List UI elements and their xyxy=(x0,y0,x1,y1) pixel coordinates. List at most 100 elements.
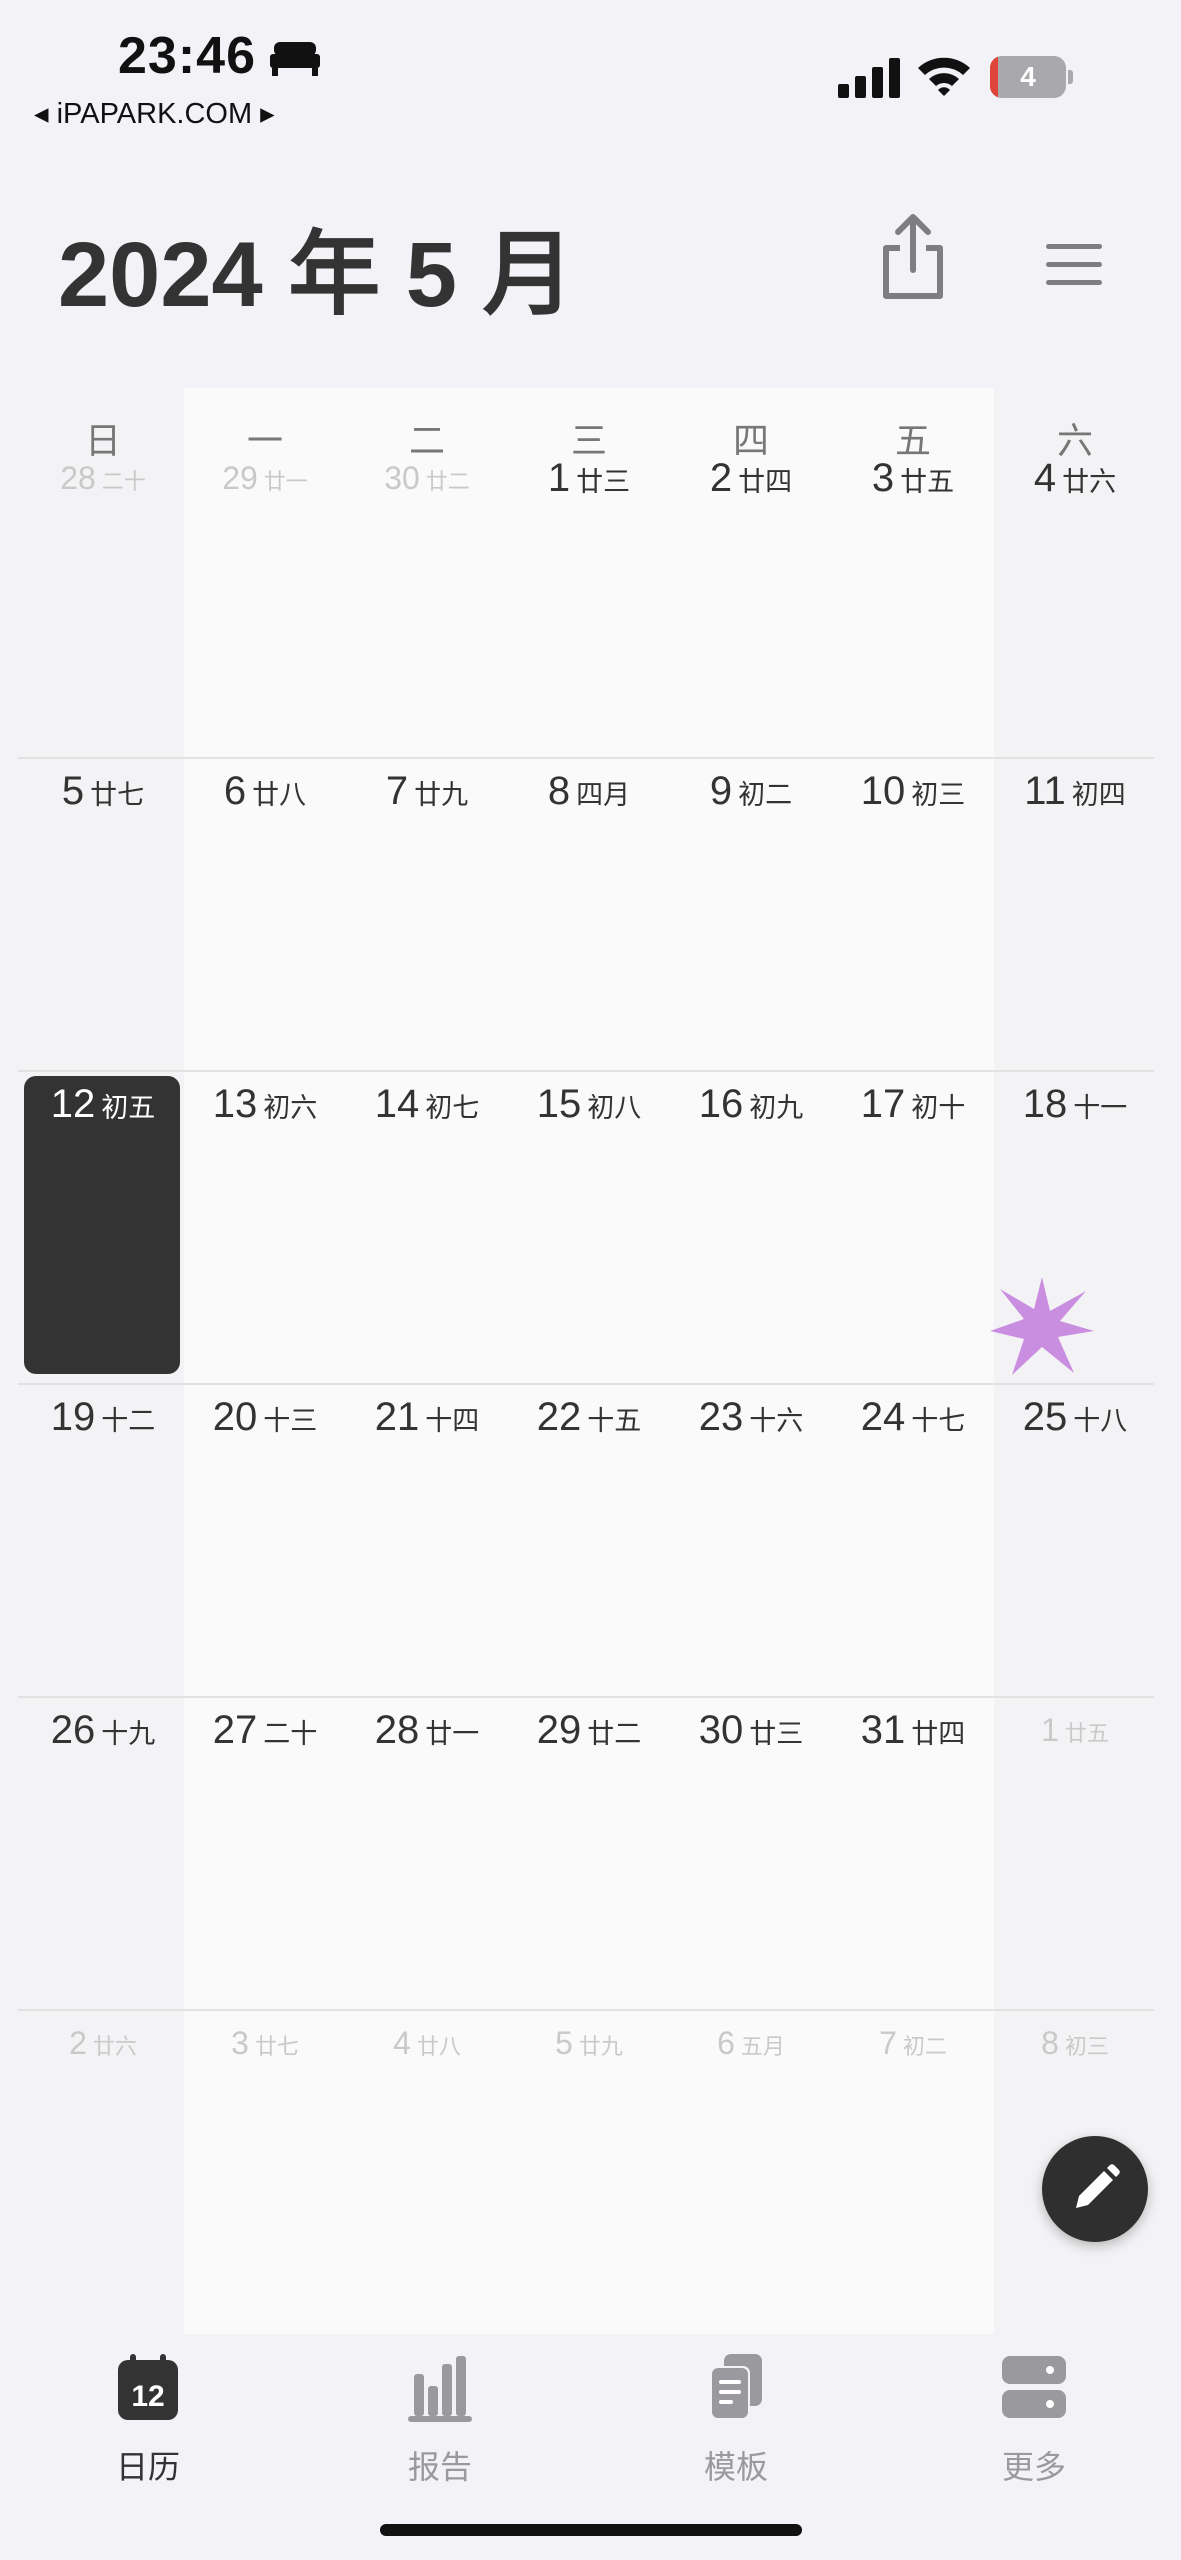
day-cell[interactable]: 1 廿五 xyxy=(994,1712,1156,1749)
day-cell[interactable]: 6 五月 xyxy=(670,2025,832,2062)
day-number: 16 xyxy=(698,1082,744,1126)
day-cell[interactable]: 1 廿三 xyxy=(508,456,670,501)
day-cell[interactable]: 25 十八 xyxy=(994,1395,1156,1440)
lunar-date: 廿六 xyxy=(92,2034,137,2059)
day-number: 9 xyxy=(709,769,733,813)
day-cell[interactable]: 30 廿三 xyxy=(670,1708,832,1753)
tab-more[interactable]: 更多 xyxy=(934,2352,1134,2502)
day-cell[interactable]: 22 十五 xyxy=(508,1395,670,1440)
day-cell[interactable]: 16 初九 xyxy=(670,1082,832,1127)
day-cell[interactable]: 19 十二 xyxy=(22,1395,184,1440)
edit-button[interactable] xyxy=(1042,2136,1148,2242)
day-number: 20 xyxy=(212,1395,258,1439)
lunar-date: 十五 xyxy=(587,1406,642,1436)
week-divider xyxy=(18,1070,1154,1072)
day-cell[interactable]: 5 廿九 xyxy=(508,2025,670,2062)
back-to-app-link[interactable]: ◂ iPAPARK.COM ▸ xyxy=(34,96,275,131)
day-cell[interactable]: 4 廿八 xyxy=(346,2025,508,2062)
day-number: 30 xyxy=(698,1708,744,1752)
day-cell-today[interactable]: 12 初五 xyxy=(22,1082,184,1127)
day-cell[interactable]: 6 廿八 xyxy=(184,769,346,814)
day-number: 6 xyxy=(717,2025,735,2061)
day-number: 8 xyxy=(1041,2025,1059,2061)
menu-icon[interactable] xyxy=(1044,240,1104,290)
lunar-date: 廿二 xyxy=(587,1719,642,1749)
sparkle-icon[interactable] xyxy=(990,1275,1094,1379)
tab-label-more: 更多 xyxy=(1001,2449,1066,2485)
tab-templates[interactable]: 模板 xyxy=(636,2352,836,2502)
day-number: 10 xyxy=(860,769,906,813)
day-number: 31 xyxy=(860,1708,906,1752)
lunar-date: 初二 xyxy=(902,2034,947,2059)
day-cell[interactable]: 20 十三 xyxy=(184,1395,346,1440)
lunar-date: 廿九 xyxy=(578,2034,623,2059)
day-number: 6 xyxy=(223,769,247,813)
tab-reports[interactable]: 报告 xyxy=(340,2352,540,2502)
lunar-date: 十六 xyxy=(749,1406,804,1436)
day-number: 21 xyxy=(374,1395,420,1439)
tab-label-templates: 模板 xyxy=(703,2449,768,2485)
day-cell[interactable]: 15 初八 xyxy=(508,1082,670,1127)
battery-indicator: 4 xyxy=(990,56,1074,98)
day-cell[interactable]: 10 初三 xyxy=(832,769,994,814)
lunar-date: 廿七 xyxy=(254,2034,299,2059)
weekday-label: 日 xyxy=(84,420,121,461)
day-cell[interactable]: 26 十九 xyxy=(22,1708,184,1753)
day-cell[interactable]: 13 初六 xyxy=(184,1082,346,1127)
day-number: 4 xyxy=(1033,456,1057,500)
day-cell[interactable]: 4 廿六 xyxy=(994,456,1156,501)
day-cell[interactable]: 8 四月 xyxy=(508,769,670,814)
share-icon[interactable] xyxy=(878,212,948,302)
day-cell[interactable]: 11 初四 xyxy=(994,769,1156,814)
day-cell[interactable]: 9 初二 xyxy=(670,769,832,814)
calendar-icon-date: 12 xyxy=(131,2380,164,2413)
weekday-label: 一 xyxy=(246,420,283,461)
lunar-date: 二十 xyxy=(101,469,146,494)
day-cell[interactable]: 3 廿五 xyxy=(832,456,994,501)
day-cell[interactable]: 31 廿四 xyxy=(832,1708,994,1753)
day-number: 30 xyxy=(384,460,420,496)
day-cell[interactable]: 28 二十 xyxy=(22,460,184,497)
day-cell[interactable]: 18 十一 xyxy=(994,1082,1156,1127)
lunar-date: 四月 xyxy=(576,780,631,810)
template-icon xyxy=(710,2354,762,2420)
day-cell[interactable]: 27 二十 xyxy=(184,1708,346,1753)
day-cell[interactable]: 8 初三 xyxy=(994,2025,1156,2062)
day-number: 3 xyxy=(231,2025,249,2061)
day-cell[interactable]: 29 廿一 xyxy=(184,460,346,497)
day-number: 12 xyxy=(50,1082,96,1126)
day-number: 5 xyxy=(61,769,85,813)
battery-nub xyxy=(1068,70,1073,84)
day-cell[interactable]: 28 廿一 xyxy=(346,1708,508,1753)
day-cell[interactable]: 29 廿二 xyxy=(508,1708,670,1753)
day-cell[interactable]: 24 十七 xyxy=(832,1395,994,1440)
lunar-date: 二十 xyxy=(263,1719,318,1749)
week-divider xyxy=(18,2009,1154,2011)
day-cell[interactable]: 7 初二 xyxy=(832,2025,994,2062)
day-cell[interactable]: 2 廿四 xyxy=(670,456,832,501)
tab-calendar[interactable]: 12 日历 xyxy=(48,2352,248,2502)
day-cell[interactable]: 2 廿六 xyxy=(22,2025,184,2062)
day-number: 19 xyxy=(50,1395,96,1439)
chart-bar-icon xyxy=(408,2356,472,2422)
lunar-date: 初九 xyxy=(749,1093,804,1123)
lunar-date: 十八 xyxy=(1073,1406,1128,1436)
tab-label-calendar: 日历 xyxy=(115,2449,180,2485)
home-indicator[interactable] xyxy=(380,2524,802,2536)
day-number: 3 xyxy=(871,456,895,500)
day-cell[interactable]: 7 廿九 xyxy=(346,769,508,814)
day-number: 5 xyxy=(555,2025,573,2061)
day-number: 11 xyxy=(1024,769,1066,813)
day-cell[interactable]: 21 十四 xyxy=(346,1395,508,1440)
day-cell[interactable]: 23 十六 xyxy=(670,1395,832,1440)
lunar-date: 廿四 xyxy=(738,467,793,497)
lunar-date: 十七 xyxy=(911,1406,966,1436)
day-number: 25 xyxy=(1022,1395,1068,1439)
lunar-date: 廿八 xyxy=(252,780,307,810)
day-cell[interactable]: 3 廿七 xyxy=(184,2025,346,2062)
day-cell[interactable]: 17 初十 xyxy=(832,1082,994,1127)
day-cell[interactable]: 30 廿二 xyxy=(346,460,508,497)
day-cell[interactable]: 14 初七 xyxy=(346,1082,508,1127)
day-number: 1 xyxy=(1041,1712,1059,1748)
day-cell[interactable]: 5 廿七 xyxy=(22,769,184,814)
